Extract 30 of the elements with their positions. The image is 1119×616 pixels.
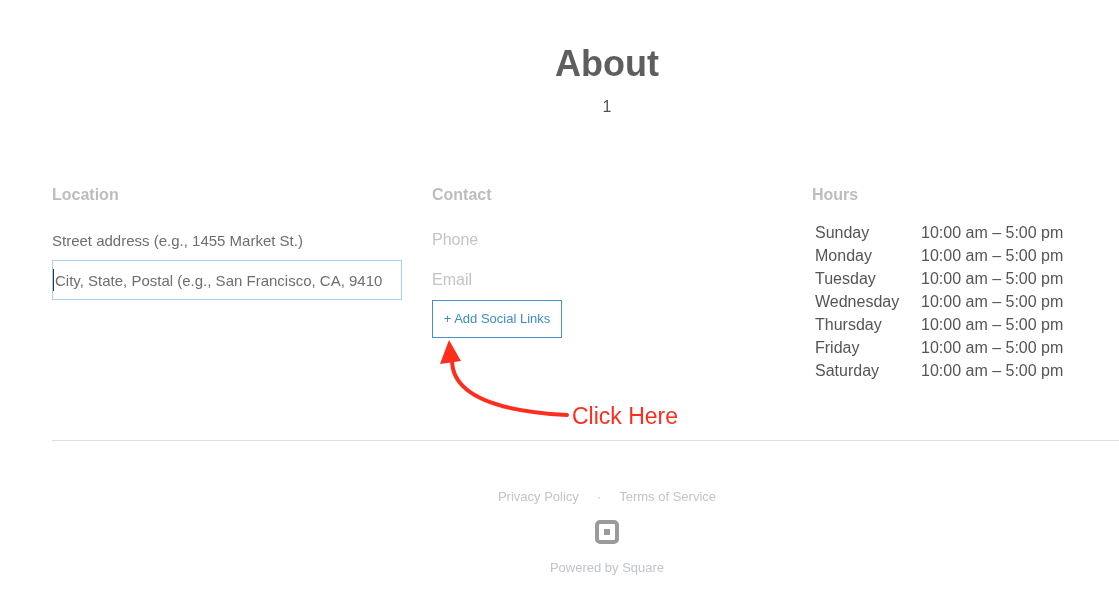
day-label: Tuesday bbox=[815, 269, 876, 289]
annotation-label: Click Here bbox=[572, 402, 679, 430]
day-label: Monday bbox=[815, 246, 872, 266]
hours-value: 10:00 am – 5:00 pm bbox=[921, 292, 1064, 312]
input-field[interactable]: City, State, Postal (e.g., San Francisco, CA, 9410 bbox=[52, 260, 402, 300]
input-field[interactable]: Phone bbox=[432, 220, 782, 260]
footer-link[interactable]: Privacy Policy bbox=[497, 488, 579, 506]
hours-value: 10:00 am – 5:00 pm bbox=[921, 315, 1064, 335]
add-social-links-button[interactable]: + Add Social Links bbox=[432, 300, 562, 338]
day-label: Friday bbox=[815, 338, 860, 358]
hours-value: 10:00 am – 5:00 pm bbox=[921, 269, 1064, 289]
hours-value: 10:00 am – 5:00 pm bbox=[921, 223, 1064, 243]
square-logo-icon bbox=[595, 520, 619, 544]
powered-by-text: Powered by Square bbox=[549, 559, 665, 577]
footer-link[interactable]: Terms of Service bbox=[619, 488, 717, 506]
separator-dot: · bbox=[596, 488, 602, 506]
hours-value: 10:00 am – 5:00 pm bbox=[921, 361, 1064, 381]
day-label: Wednesday bbox=[815, 292, 900, 312]
section-heading: Hours bbox=[812, 185, 859, 205]
page-subtitle: 1 bbox=[602, 97, 612, 117]
page-title: About bbox=[555, 42, 659, 86]
input-field[interactable]: Email bbox=[432, 260, 782, 300]
hours-value: 10:00 am – 5:00 pm bbox=[921, 338, 1064, 358]
day-label: Saturday bbox=[815, 361, 880, 381]
day-label: Sunday bbox=[815, 223, 870, 243]
day-label: Thursday bbox=[815, 315, 882, 335]
section-heading: Location bbox=[52, 185, 119, 205]
section-heading: Contact bbox=[432, 185, 492, 205]
hours-value: 10:00 am – 5:00 pm bbox=[921, 246, 1064, 266]
input-field[interactable]: Street address (e.g., 1455 Market St.) bbox=[51, 220, 401, 260]
